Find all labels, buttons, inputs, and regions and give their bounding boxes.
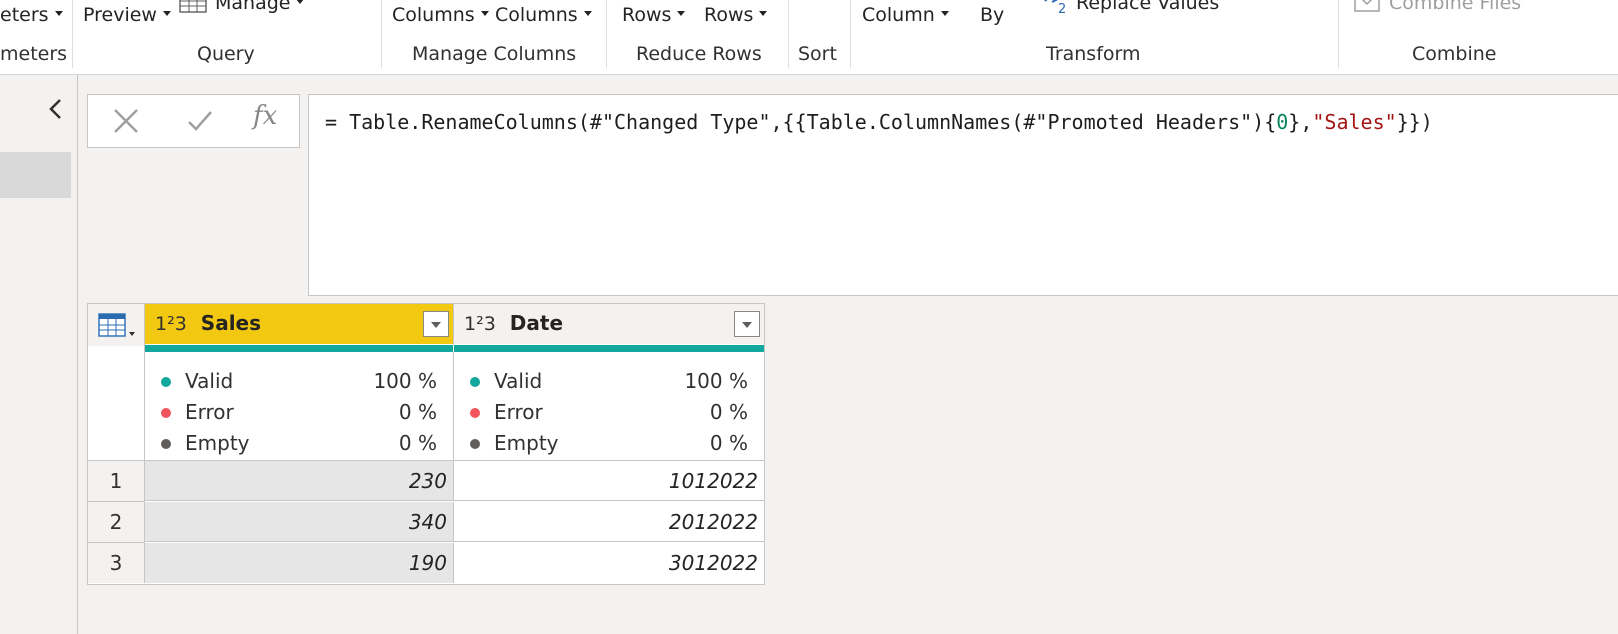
column-filter-dropdown-date[interactable]: [734, 311, 760, 337]
valid-dot-icon: [470, 377, 480, 387]
column-quality-date: Valid 100 % Error 0 % Empty 0 %: [454, 352, 764, 461]
selected-query-item[interactable]: [0, 152, 71, 198]
column-quality-bar-date: [454, 345, 764, 352]
quality-error: Error 0 %: [159, 400, 437, 426]
quality-empty: Empty 0 %: [159, 431, 437, 457]
ribbon-group-combine: Combine Files Combine: [1339, 0, 1618, 74]
group-label-transform: Transform: [1046, 43, 1141, 65]
preview-button[interactable]: Preview: [83, 4, 171, 26]
svg-text:2: 2: [1058, 2, 1066, 15]
chevron-down-icon: [296, 0, 305, 4]
whole-number-type-icon[interactable]: 1²3: [155, 313, 187, 335]
error-dot-icon: [470, 408, 480, 418]
column-filter-dropdown-sales[interactable]: [423, 311, 449, 337]
group-label-query: Query: [197, 43, 255, 65]
chevron-down-icon: [583, 11, 592, 16]
combine-files-icon: [1354, 0, 1380, 12]
quality-empty: Empty 0 %: [468, 431, 748, 457]
table-cell-sales[interactable]: 190: [145, 543, 454, 583]
remove-columns-button[interactable]: Columns: [495, 4, 592, 26]
table-cell-date[interactable]: 2012022: [454, 502, 764, 542]
chevron-down-icon: [54, 11, 63, 16]
table-cell-date[interactable]: 3012022: [454, 543, 764, 583]
manage-button[interactable]: Manage: [179, 0, 305, 14]
combine-files-button[interactable]: Combine Files: [1353, 0, 1521, 15]
column-header-date[interactable]: 1²3 Date: [454, 304, 764, 344]
whole-number-type-icon[interactable]: 1²3: [464, 313, 496, 335]
column-quality-sales: Valid 100 % Error 0 % Empty 0 %: [145, 352, 454, 461]
group-by-button[interactable]: By: [980, 4, 1004, 26]
table-cell-sales[interactable]: 230: [145, 461, 454, 501]
formula-text: = Table.RenameColumns(#"Changed Type",{{…: [325, 110, 1433, 134]
replace-values-icon: 2: [1044, 0, 1066, 17]
quality-error: Error 0 %: [468, 400, 748, 426]
chevron-down-icon: [480, 11, 489, 16]
quality-valid: Valid 100 %: [468, 369, 748, 395]
group-label-combine: Combine: [1412, 43, 1497, 65]
group-label-reduce-rows: Reduce Rows: [636, 43, 762, 65]
keep-rows-button[interactable]: Rows: [622, 4, 686, 26]
data-preview-grid: 1²3 Sales 1²3 Date Valid 100 % Error 0 % Emp…: [87, 303, 765, 585]
ribbon-group-reduce-rows: Rows Rows Reduce Rows: [607, 0, 789, 74]
table-icon: [179, 0, 207, 13]
valid-dot-icon: [161, 377, 171, 387]
row-number[interactable]: 2: [88, 502, 145, 543]
table-menu-icon: [98, 313, 135, 337]
ribbon-group-manage-columns: Columns Columns Manage Columns: [382, 0, 607, 74]
column-header-sales[interactable]: 1²3 Sales: [145, 304, 454, 344]
table-cell-sales[interactable]: 340: [145, 502, 454, 542]
ribbon: eters meters Preview Manage Query Column…: [0, 0, 1618, 75]
empty-dot-icon: [470, 439, 480, 449]
group-label-manage-columns: Manage Columns: [412, 43, 577, 65]
profile-row-header: [88, 346, 145, 461]
manage-parameters-button[interactable]: eters: [0, 4, 63, 26]
quality-valid: Valid 100 %: [159, 369, 437, 395]
formula-input[interactable]: = Table.RenameColumns(#"Changed Type",{{…: [308, 94, 1618, 296]
chevron-down-icon: [677, 11, 686, 16]
remove-rows-button[interactable]: Rows: [704, 4, 768, 26]
error-dot-icon: [161, 408, 171, 418]
group-label-parameters: meters: [0, 43, 68, 65]
group-label-sort: Sort: [798, 43, 837, 65]
chevron-down-icon: [940, 11, 949, 16]
chevron-down-icon: [162, 11, 171, 16]
empty-dot-icon: [161, 439, 171, 449]
ribbon-group-transform: Column By 2 Replace Values Transform: [851, 0, 1339, 74]
replace-values-button[interactable]: 2 Replace Values: [1042, 0, 1219, 17]
column-quality-bar-sales: [145, 345, 453, 352]
formula-bar-buttons: fx: [87, 94, 300, 148]
table-options-button[interactable]: [88, 304, 145, 346]
row-number[interactable]: 3: [88, 543, 145, 583]
collapse-pane-chevron-icon[interactable]: [44, 96, 68, 122]
chevron-down-icon: [759, 11, 768, 16]
choose-columns-button[interactable]: Columns: [392, 4, 489, 26]
ribbon-group-sort: Sort: [789, 0, 851, 74]
cancel-icon[interactable]: [110, 105, 142, 137]
commit-check-icon[interactable]: [184, 105, 216, 137]
insert-function-fx-icon[interactable]: fx: [253, 101, 277, 131]
ribbon-group-query: Preview Manage Query: [73, 0, 382, 74]
ribbon-group-parameters: eters meters: [0, 0, 73, 74]
split-column-button[interactable]: Column: [862, 4, 949, 26]
row-number[interactable]: 1: [88, 461, 145, 502]
table-cell-date[interactable]: 1012022: [454, 461, 764, 501]
